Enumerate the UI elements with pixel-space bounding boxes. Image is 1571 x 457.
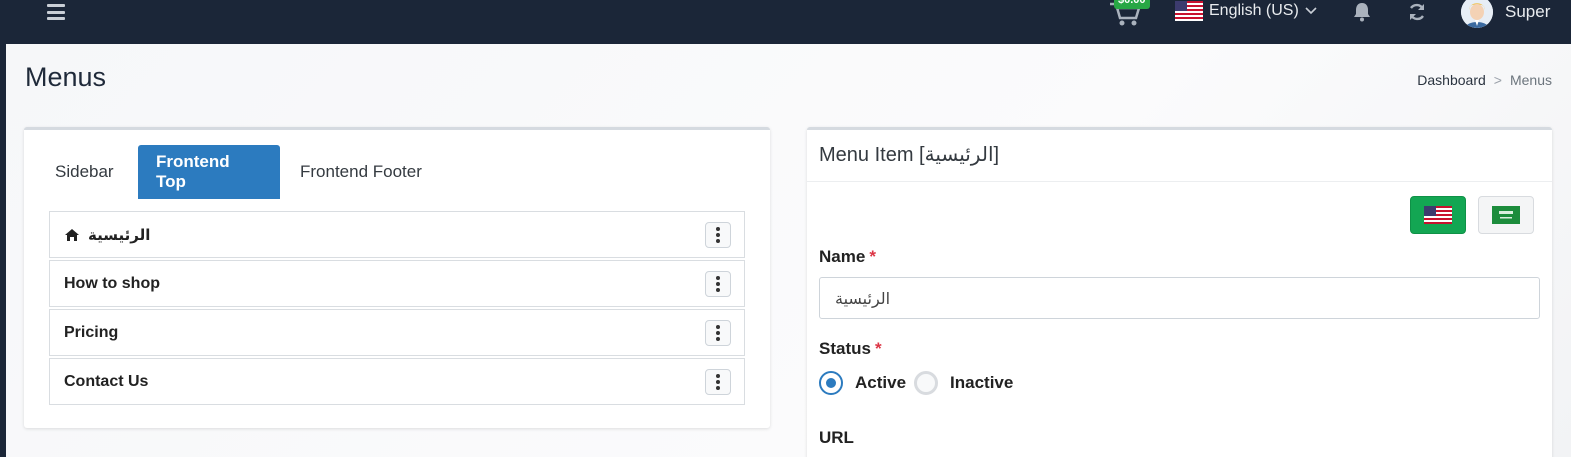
more-options-icon[interactable]: [705, 320, 731, 346]
chevron-down-icon: [1305, 7, 1317, 15]
breadcrumb-current: Menus: [1509, 72, 1552, 88]
user-name[interactable]: Super: [1505, 2, 1550, 22]
more-options-icon[interactable]: [705, 271, 731, 297]
status-field-label: Status *: [819, 339, 882, 358]
user-avatar[interactable]: [1461, 0, 1493, 28]
english-language-button[interactable]: [1410, 196, 1466, 234]
saudi-flag-icon: [1492, 206, 1520, 224]
menu-item-home[interactable]: الرئيسية: [49, 211, 745, 258]
menu-item-label: Pricing: [64, 323, 119, 341]
arabic-language-button[interactable]: [1478, 196, 1534, 234]
menu-item-list: الرئيسية How to shop Pricing Contact Us: [49, 211, 745, 407]
name-input-value: الرئيسية: [835, 288, 891, 308]
menu-item-contact-us[interactable]: Contact Us: [49, 358, 745, 405]
status-inactive-label[interactable]: Inactive: [950, 373, 1013, 393]
tab-frontend-footer[interactable]: Frontend Footer: [282, 145, 440, 199]
breadcrumb-separator: >: [1493, 72, 1502, 88]
page-title: Menus: [25, 62, 107, 92]
hamburger-menu-icon[interactable]: [47, 4, 65, 20]
tab-frontend-top[interactable]: Frontend Top: [138, 145, 280, 199]
url-field-label: URL: [819, 428, 854, 447]
status-active-label[interactable]: Active: [855, 373, 906, 393]
top-navbar: $0.00 English (US) Super: [0, 0, 1571, 44]
breadcrumb: Dashboard > Menus: [1417, 72, 1552, 88]
menus-card: Sidebar Frontend Top Frontend Footer الر…: [24, 127, 770, 428]
menu-item-pricing[interactable]: Pricing: [49, 309, 745, 356]
more-options-icon[interactable]: [705, 369, 731, 395]
status-radio-group: Active Inactive: [819, 371, 1021, 395]
menu-item-editor-title: Menu Item [الرئيسية]: [807, 130, 1552, 182]
cart-total-badge: $0.00: [1114, 0, 1150, 9]
us-flag-icon: [1424, 206, 1452, 224]
menu-item-label: الرئيسية: [88, 225, 151, 244]
menu-item-how-to-shop[interactable]: How to shop: [49, 260, 745, 307]
name-field-label: Name *: [819, 247, 876, 266]
us-flag-icon: [1175, 1, 1203, 21]
tab-sidebar[interactable]: Sidebar: [37, 145, 132, 199]
language-selector[interactable]: English (US): [1175, 1, 1317, 21]
menu-item-editor-card: Menu Item [الرئيسية] Name * الرئيسية Stat…: [807, 127, 1552, 457]
refresh-icon[interactable]: [1407, 2, 1427, 27]
status-active-radio[interactable]: [819, 371, 843, 395]
language-label: English (US): [1209, 2, 1299, 19]
bell-icon[interactable]: [1353, 2, 1371, 27]
breadcrumb-dashboard-link[interactable]: Dashboard: [1417, 72, 1486, 88]
more-options-icon[interactable]: [705, 222, 731, 248]
menu-item-label: How to shop: [64, 274, 160, 292]
required-marker: *: [869, 247, 876, 266]
menu-item-label: Contact Us: [64, 372, 149, 390]
status-inactive-radio[interactable]: [914, 371, 939, 395]
home-icon: [64, 228, 80, 242]
required-marker: *: [874, 339, 882, 358]
name-input[interactable]: الرئيسية: [819, 277, 1540, 319]
